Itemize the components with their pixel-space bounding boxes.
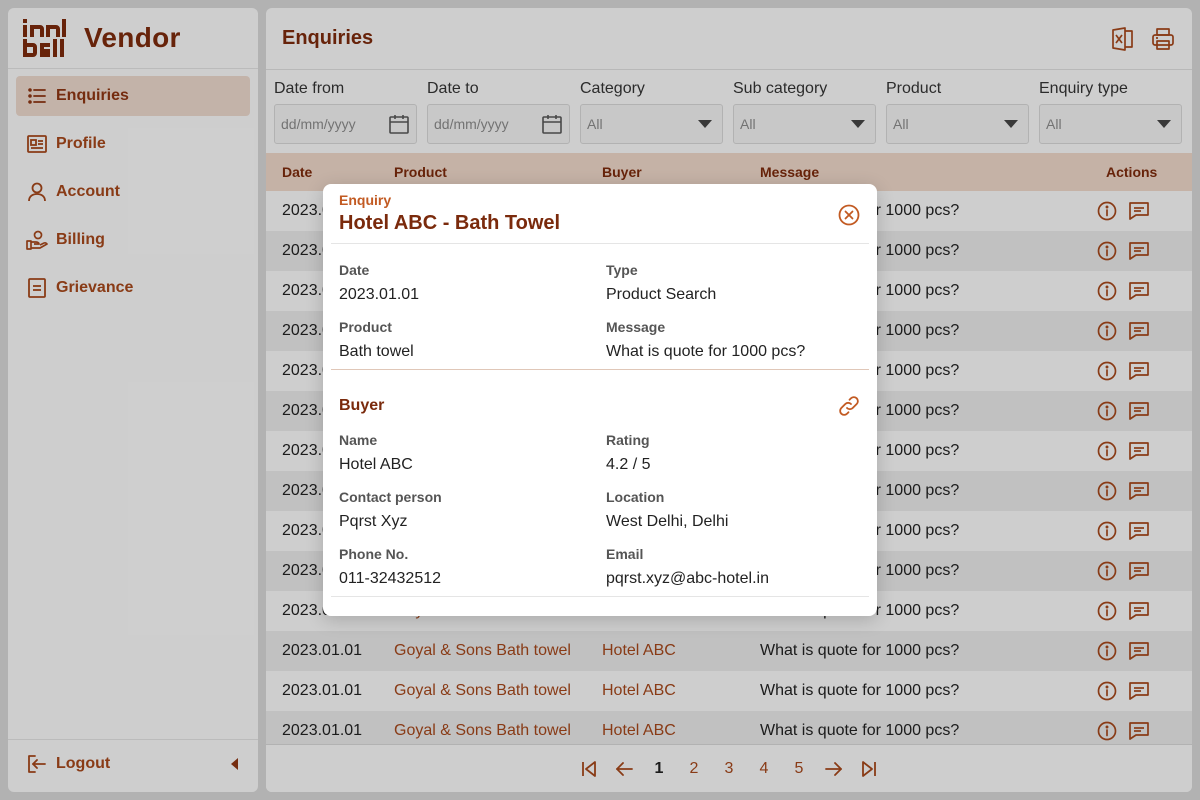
- detail-date: Date 2023.01.01: [339, 262, 589, 304]
- buyer-location: Location West Delhi, Delhi: [606, 489, 856, 531]
- detail-type: Type Product Search: [606, 262, 856, 304]
- close-icon[interactable]: [837, 203, 861, 227]
- buyer-email: Email pqrst.xyz@abc-hotel.in: [606, 546, 856, 588]
- field-label: Email: [606, 546, 644, 562]
- buyer-section-title: Buyer: [339, 397, 385, 414]
- field-label: Message: [606, 319, 666, 335]
- buyer-phone: Phone No. 011-32432512: [339, 546, 589, 588]
- modal-divider: [331, 369, 869, 370]
- modal-kicker: Enquiry: [339, 192, 392, 208]
- field-value: 2023.01.01: [339, 286, 420, 303]
- field-label: Type: [606, 262, 638, 278]
- enquiry-detail-modal: Enquiry Hotel ABC - Bath Towel Date 2023…: [323, 184, 877, 616]
- field-value: 4.2 / 5: [606, 456, 651, 473]
- field-value: What is quote for 1000 pcs?: [606, 343, 806, 360]
- modal-divider: [331, 596, 869, 597]
- field-value: Hotel ABC: [339, 456, 413, 473]
- field-value: Bath towel: [339, 343, 414, 360]
- field-value: Product Search: [606, 286, 717, 303]
- field-value: 011-32432512: [339, 570, 442, 587]
- detail-product: Product Bath towel: [339, 319, 589, 361]
- field-label: Contact person: [339, 489, 442, 505]
- buyer-rating: Rating 4.2 / 5: [606, 432, 856, 474]
- field-label: Product: [339, 319, 392, 335]
- field-label: Rating: [606, 432, 650, 448]
- field-value: West Delhi, Delhi: [606, 513, 729, 530]
- field-label: Phone No.: [339, 546, 409, 562]
- field-label: Location: [606, 489, 665, 505]
- modal-divider: [331, 243, 869, 244]
- field-value: Pqrst Xyz: [339, 513, 408, 530]
- field-label: Date: [339, 262, 370, 278]
- field-label: Name: [339, 432, 378, 448]
- buyer-contact-person: Contact person Pqrst Xyz: [339, 489, 589, 531]
- modal-title: Hotel ABC - Bath Towel: [339, 212, 561, 234]
- buyer-name: Name Hotel ABC: [339, 432, 589, 474]
- detail-message: Message What is quote for 1000 pcs?: [606, 319, 856, 361]
- link-icon[interactable]: [837, 394, 861, 418]
- field-value: pqrst.xyz@abc-hotel.in: [606, 570, 769, 587]
